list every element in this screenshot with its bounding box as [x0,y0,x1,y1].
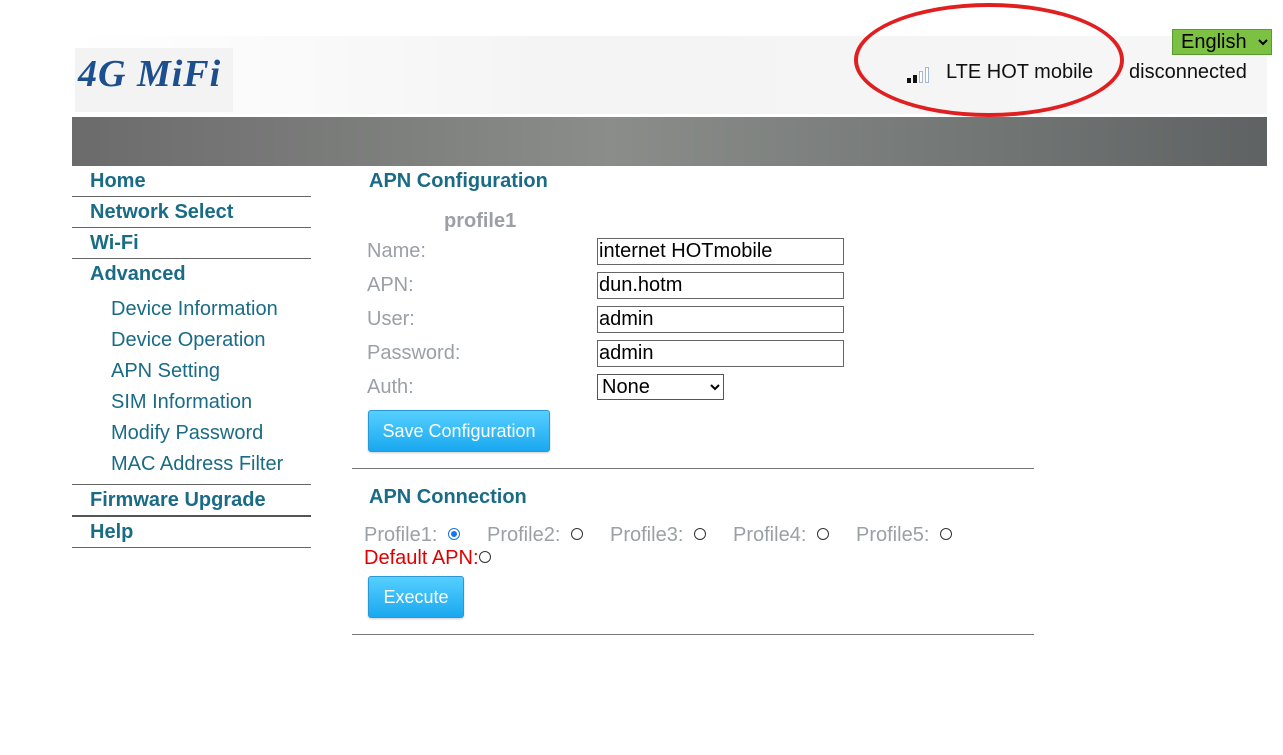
sidebar-subitem-device-operation[interactable]: Device Operation [72,325,311,356]
profile-option: Profile1: [364,524,460,547]
sidebar-item-wifi[interactable]: Wi-Fi [72,228,311,259]
apn-connection-title: APN Connection [369,486,527,508]
save-configuration-button[interactable]: Save Configuration [368,410,550,452]
sidebar-subitem-mac-address-filter[interactable]: MAC Address Filter [72,449,311,484]
profile3-radio[interactable] [693,528,706,540]
password-label: Password: [367,342,461,364]
sidebar-item-firmware-upgrade[interactable]: Firmware Upgrade [72,485,311,517]
profile1-radio[interactable] [447,528,460,540]
sidebar-subitem-modify-password[interactable]: Modify Password [72,418,311,449]
default-apn-radio[interactable] [478,551,491,563]
profile-option: Profile4: [733,524,829,547]
default-apn-label: Default APN: [364,547,479,569]
divider [352,468,1034,469]
logo-text: 4G MiFi [78,53,222,95]
auth-label: Auth: [367,376,414,398]
name-label: Name: [367,240,426,262]
profile4-label: Profile4: [733,524,807,546]
profile-option: Profile5: [856,524,952,547]
profile2-label: Profile2: [487,524,561,546]
auth-select[interactable]: None [597,374,724,400]
banner [72,117,1267,166]
profile1-label: Profile1: [364,524,438,546]
default-apn-option: Default APN: [364,547,491,570]
sidebar-subitem-device-information[interactable]: Device Information [72,294,311,325]
password-field[interactable] [597,340,844,367]
name-field[interactable] [597,238,844,265]
sidebar-item-home[interactable]: Home [72,166,311,197]
profile-option: Profile2: [487,524,583,547]
apn-label: APN: [367,274,414,296]
profile-option: Profile3: [610,524,706,547]
sidebar-item-network-select[interactable]: Network Select [72,197,311,228]
profile5-label: Profile5: [856,524,930,546]
sidebar-item-advanced[interactable]: Advanced [72,259,311,294]
apn-field[interactable] [597,272,844,299]
apn-configuration-title: APN Configuration [369,170,548,192]
divider [352,634,1034,635]
user-label: User: [367,308,415,330]
profile4-radio[interactable] [816,528,829,540]
profile3-label: Profile3: [610,524,684,546]
user-field[interactable] [597,306,844,333]
sidebar-subitem-apn-setting[interactable]: APN Setting [72,356,311,387]
execute-button[interactable]: Execute [368,576,464,618]
connection-status: disconnected [1129,61,1247,83]
sidebar-nav: Home Network Select Wi-Fi Advanced Devic… [72,166,311,548]
profile-heading: profile1 [444,210,517,232]
sidebar-item-help[interactable]: Help [72,517,311,548]
profile5-radio[interactable] [939,528,952,540]
language-select[interactable]: English [1172,29,1272,55]
sidebar-subitem-sim-information[interactable]: SIM Information [72,387,311,418]
profile2-radio[interactable] [570,528,583,540]
highlight-circle [854,3,1124,117]
